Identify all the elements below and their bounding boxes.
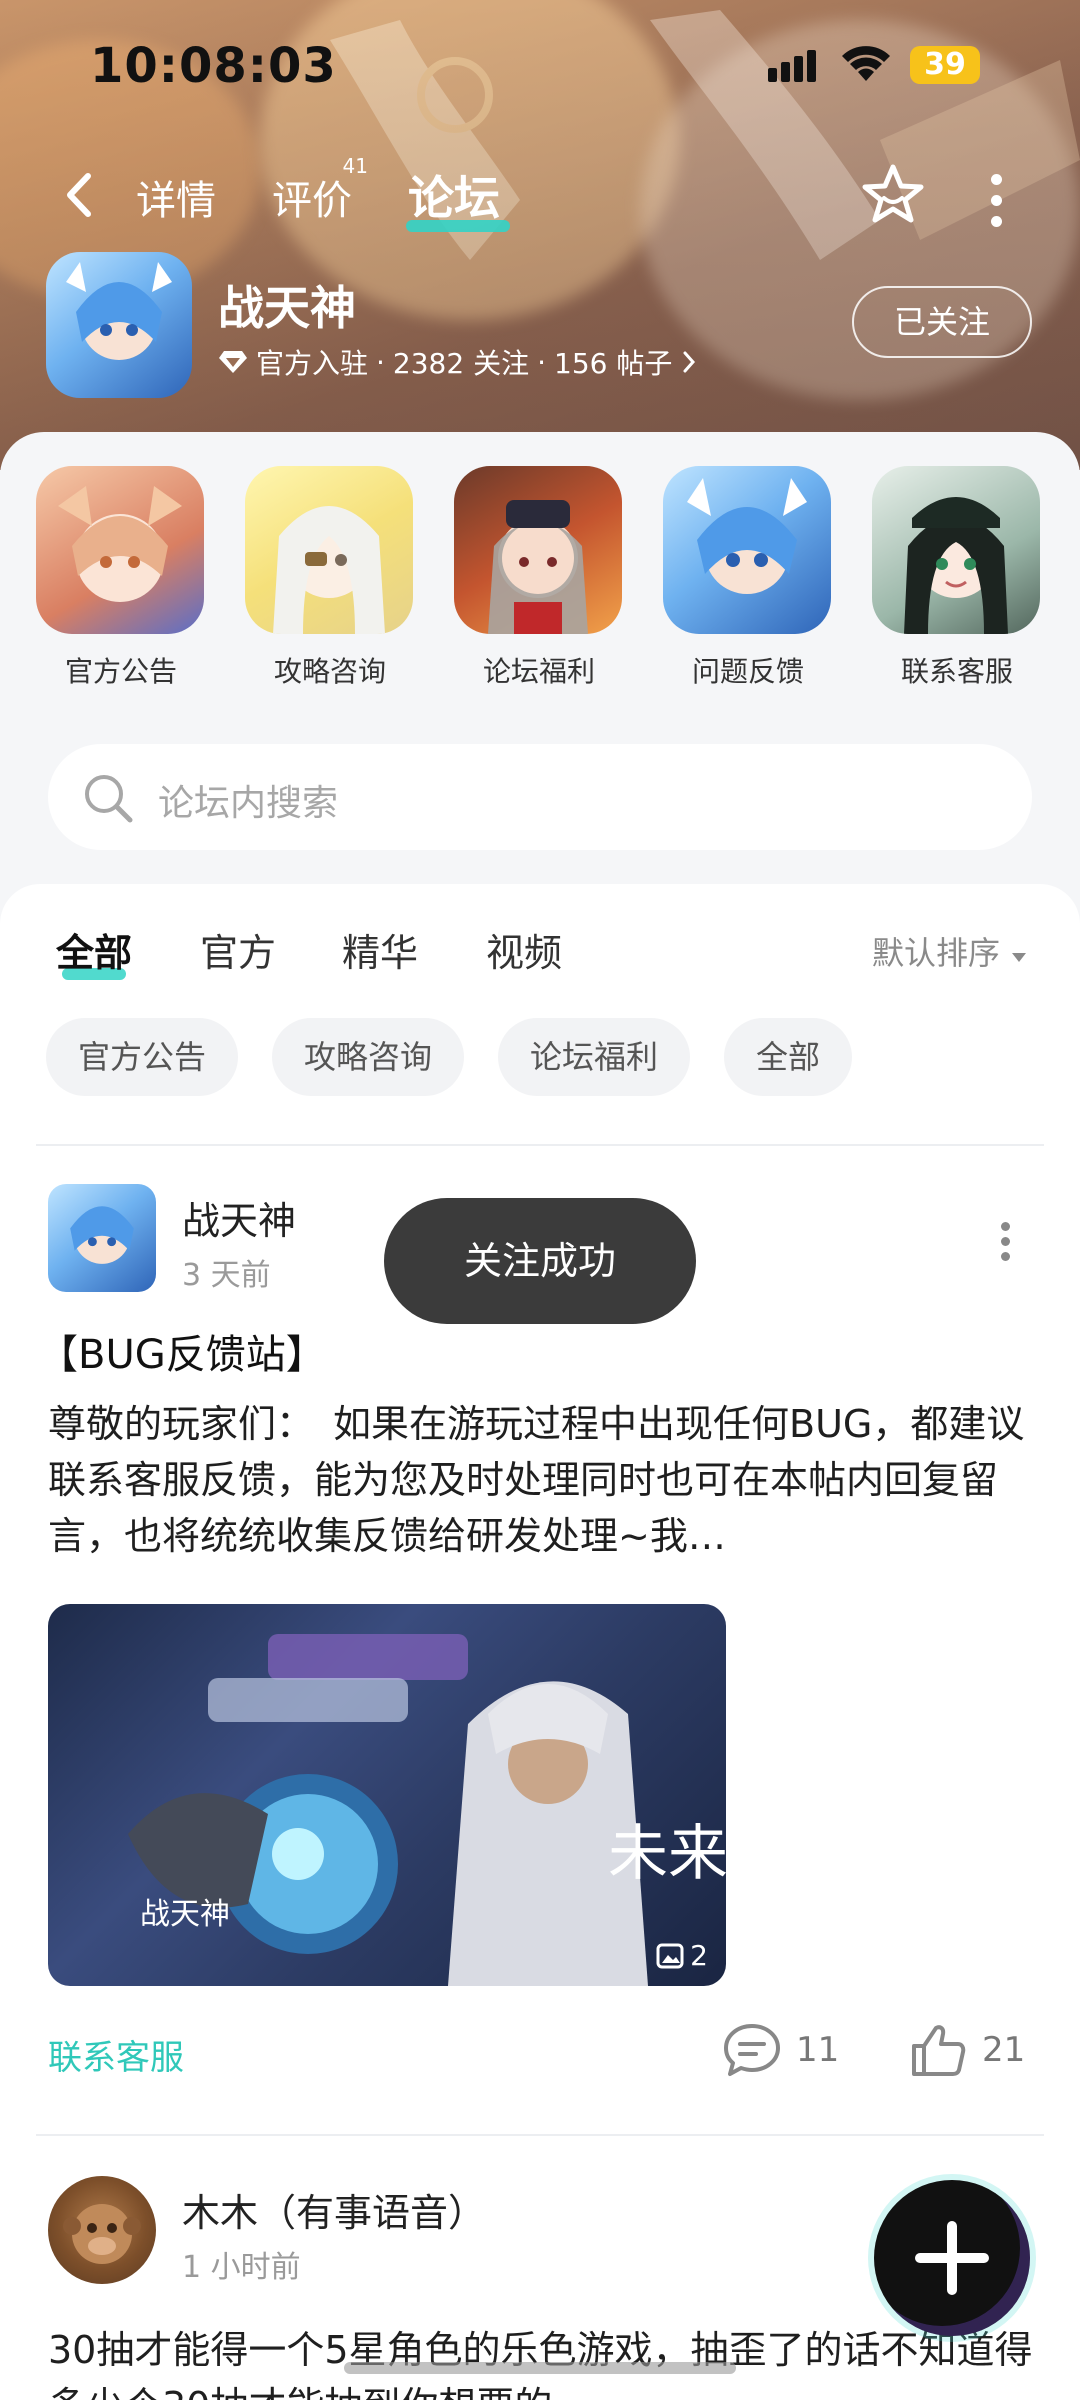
category-chips: 官方公告 攻略咨询 论坛福利 全部 <box>46 1018 1046 1096</box>
feedback-avatar-icon <box>663 466 831 634</box>
post-body[interactable]: 30抽才能得一个5星角色的乐色游戏，抽歪了的话不知道得多少个30抽才能抽到你想要… <box>48 2322 1048 2400</box>
quick-entry-label: 联系客服 <box>900 655 1013 688</box>
guides-avatar-icon <box>245 466 413 634</box>
forum-search-bar[interactable]: 论坛内搜索 <box>48 744 1032 850</box>
filter-tab-featured[interactable]: 精华 <box>342 922 418 977</box>
filter-tab-official[interactable]: 官方 <box>200 922 276 977</box>
follower-count: 2382 关注 <box>392 347 530 380</box>
followed-button[interactable]: 已关注 <box>852 286 1032 358</box>
quick-entry-support[interactable]: 联系客服 <box>872 466 1042 690</box>
divider <box>36 2134 1044 2136</box>
comment-count: 11 <box>796 2030 840 2070</box>
filter-tab-all[interactable]: 全部 <box>56 922 132 977</box>
status-bar: 10:08:03 39 <box>0 0 1080 120</box>
more-options-icon[interactable] <box>984 170 1008 227</box>
support-avatar-icon <box>872 466 1040 634</box>
image-count-value: 2 <box>690 1939 708 1972</box>
post-title[interactable]: 【BUG反馈站】 <box>38 1322 326 1380</box>
caret-down-icon <box>1012 953 1027 962</box>
search-icon <box>85 775 133 823</box>
official-label: 官方入驻 <box>256 347 369 380</box>
status-time: 10:08:03 <box>90 38 337 94</box>
quick-entry-feedback[interactable]: 问题反馈 <box>663 466 833 690</box>
post-time: 1 小时前 <box>182 2250 301 2285</box>
chevron-right-icon <box>683 351 696 373</box>
search-input[interactable]: 论坛内搜索 <box>158 774 338 826</box>
top-nav: 详情 评价 41 论坛 <box>0 150 1080 240</box>
create-post-button[interactable] <box>874 2180 1030 2336</box>
home-indicator[interactable] <box>344 2362 736 2374</box>
chip-all[interactable]: 全部 <box>724 1018 853 1096</box>
post-time: 3 天前 <box>182 1258 271 1293</box>
game-meta[interactable]: 官方入驻 · 2382 关注 · 156 帖子 <box>218 342 698 382</box>
thumbs-up-icon <box>912 2025 966 2076</box>
post-topic-tag[interactable]: 联系客服 <box>48 2030 184 2079</box>
image-gallery-icon <box>656 1943 684 1968</box>
benefits-avatar-icon <box>454 466 622 634</box>
battery-indicator: 39 <box>910 46 980 84</box>
favorite-star-icon[interactable] <box>860 162 926 226</box>
back-arrow-icon[interactable] <box>58 170 102 220</box>
post-author-avatar[interactable] <box>48 1184 156 1292</box>
post-image[interactable]: 未来穹宇 战天神 2 <box>48 1604 726 1986</box>
comment-icon <box>724 2024 780 2076</box>
announcements-avatar-icon <box>36 466 204 634</box>
tab-reviews-label: 评价 <box>272 178 352 224</box>
plus-icon <box>915 2221 989 2295</box>
tab-reviews[interactable]: 评价 41 <box>272 154 368 226</box>
tab-forum[interactable]: 论坛 <box>408 162 500 228</box>
quick-entry-announcements[interactable]: 官方公告 <box>36 466 206 690</box>
quick-entry-label: 攻略咨询 <box>273 655 386 688</box>
sort-label: 默认排序 <box>872 934 1001 972</box>
diamond-icon <box>219 351 247 373</box>
sort-dropdown[interactable]: 默认排序 <box>872 928 1028 974</box>
divider <box>36 1144 1044 1146</box>
chip-benefits[interactable]: 论坛福利 <box>498 1018 691 1096</box>
image-count: 2 <box>656 1939 708 1972</box>
post-author-name[interactable]: 木木（有事语音） <box>182 2182 486 2237</box>
chip-announcements[interactable]: 官方公告 <box>46 1018 239 1096</box>
post-author-avatar[interactable] <box>48 2176 156 2284</box>
filter-tabs: 全部 官方 精华 视频 默认排序 <box>0 908 1080 980</box>
quick-entry-benefits[interactable]: 论坛福利 <box>454 466 624 690</box>
quick-entries: 官方公告 攻略咨询 论坛福利 问题反馈 联系客服 <box>0 466 1080 696</box>
review-count-badge: 41 <box>342 154 368 178</box>
quick-entry-guides[interactable]: 攻略咨询 <box>245 466 415 690</box>
game-icon <box>46 252 192 398</box>
toast-message: 关注成功 <box>384 1198 696 1324</box>
like-button[interactable]: 21 <box>908 2022 1025 2078</box>
post-more-options-icon[interactable] <box>998 1222 1012 1262</box>
filter-tab-video[interactable]: 视频 <box>486 922 562 977</box>
like-count: 21 <box>982 2030 1026 2070</box>
comment-button[interactable]: 11 <box>722 2022 839 2078</box>
post-count: 156 帖子 <box>554 347 673 380</box>
quick-entry-label: 官方公告 <box>64 655 177 688</box>
post-body[interactable]: 尊敬的玩家们： 如果在游玩过程中出现任何BUG，都建议联系客服反馈，能为您及时处… <box>48 1396 1038 1564</box>
tab-details[interactable]: 详情 <box>136 168 216 226</box>
wifi-icon <box>842 46 890 81</box>
quick-entry-label: 问题反馈 <box>691 655 804 688</box>
chip-guides[interactable]: 攻略咨询 <box>272 1018 465 1096</box>
post-author-name[interactable]: 战天神 <box>182 1190 296 1245</box>
image-logo-text: 战天神 <box>140 1897 230 1932</box>
game-title: 战天神 <box>218 281 356 335</box>
cellular-signal-icon <box>768 50 824 82</box>
image-overlay-text: 未来穹宇 <box>608 1819 726 1889</box>
quick-entry-label: 论坛福利 <box>482 655 595 688</box>
